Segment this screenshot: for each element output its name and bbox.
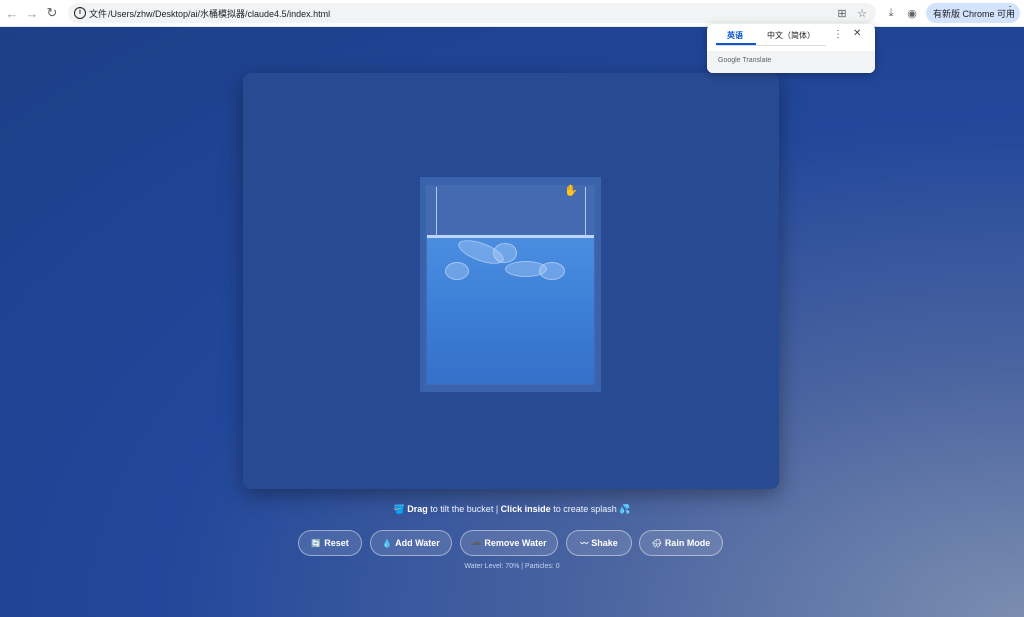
translate-icon[interactable]: ⊞ bbox=[834, 5, 850, 21]
status-text: Water Level: 70% | Particles: 0 bbox=[464, 563, 560, 570]
water-surface bbox=[427, 235, 594, 238]
water-ripple bbox=[539, 262, 565, 280]
bucket-right-wall bbox=[585, 187, 586, 239]
water-ripple bbox=[493, 243, 517, 263]
reset-button[interactable]: 🔄 Reset bbox=[298, 530, 362, 556]
droplet-icon: 💧 bbox=[382, 538, 393, 548]
page-content: ✋ 🪣 Drag to tilt the bucket | Click insi… bbox=[0, 27, 1024, 617]
chrome-update-button[interactable]: 有新版 Chrome 可用 ⋮ bbox=[926, 3, 1020, 23]
water-body bbox=[427, 235, 594, 384]
site-info-label: 文件 bbox=[89, 8, 108, 19]
active-tab-indicator bbox=[716, 43, 756, 45]
tab-source-language[interactable]: 英语 bbox=[727, 30, 743, 41]
site-info-chip[interactable]: i 文件 bbox=[74, 5, 107, 21]
splash-icon: 💦 bbox=[619, 504, 631, 514]
instructions-text: 🪣 Drag to tilt the bucket | Click inside… bbox=[0, 504, 1024, 515]
menu-dots-icon[interactable]: ⋮ bbox=[1005, 5, 1015, 16]
remove-water-button[interactable]: ➖ Remove Water bbox=[460, 530, 558, 556]
tab-target-language[interactable]: 中文（简体） bbox=[767, 30, 815, 41]
add-water-button[interactable]: 💧 Add Water bbox=[370, 530, 452, 556]
update-label: 有新版 Chrome 可用 bbox=[933, 8, 1016, 19]
close-icon[interactable]: ✕ bbox=[853, 28, 861, 39]
drag-keyword: Drag bbox=[407, 504, 428, 514]
translate-popup: 英语 中文（简体） ⋮ ✕ Google Translate bbox=[707, 24, 875, 73]
click-keyword: Click inside bbox=[500, 504, 551, 514]
more-options-icon[interactable]: ⋮ bbox=[833, 29, 843, 40]
rain-icon: 🌧 bbox=[651, 538, 662, 548]
bucket[interactable]: ✋ bbox=[420, 177, 601, 392]
back-icon[interactable]: ← bbox=[2, 3, 22, 23]
remove-water-label: Remove Water bbox=[484, 538, 547, 548]
info-icon: i bbox=[74, 7, 86, 19]
translate-footer: Google Translate bbox=[707, 51, 875, 73]
rain-mode-button[interactable]: 🌧 Rain Mode bbox=[639, 530, 723, 556]
minus-icon: ➖ bbox=[471, 538, 482, 548]
hand-cursor-icon: ✋ bbox=[564, 185, 578, 197]
google-translate-brand: Google Translate bbox=[718, 57, 772, 64]
shake-label: Shake bbox=[591, 538, 618, 548]
browser-toolbar: ← → ↻ i 文件 /Users/zhw/Desktop/ai/水桶模拟器/c… bbox=[0, 0, 1024, 27]
reload-icon[interactable]: ↻ bbox=[42, 3, 62, 23]
click-hint: to create splash bbox=[550, 504, 620, 514]
address-bar[interactable]: i 文件 /Users/zhw/Desktop/ai/水桶模拟器/claude4… bbox=[68, 3, 876, 23]
reset-icon: 🔄 bbox=[311, 538, 322, 548]
bucket-left-wall bbox=[436, 187, 437, 239]
shake-icon: 〰 bbox=[580, 538, 589, 548]
rain-mode-label: Rain Mode bbox=[664, 538, 711, 548]
water-ripple bbox=[445, 262, 469, 280]
profile-icon[interactable]: ◉ bbox=[903, 4, 921, 22]
reset-label: Reset bbox=[324, 538, 349, 548]
download-icon[interactable]: ⤓ bbox=[882, 4, 900, 22]
tab-divider bbox=[716, 45, 826, 46]
url-text[interactable]: /Users/zhw/Desktop/ai/水桶模拟器/claude4.5/in… bbox=[108, 7, 330, 20]
drag-hint: to tilt the bucket | bbox=[427, 504, 501, 514]
bookmark-star-icon[interactable]: ☆ bbox=[854, 5, 870, 21]
control-buttons: 🔄 Reset 💧 Add Water ➖ Remove Water 〰 Shake 🌧… bbox=[0, 530, 1024, 558]
forward-icon[interactable]: → bbox=[22, 3, 42, 23]
simulation-canvas[interactable]: ✋ bbox=[243, 73, 779, 489]
add-water-label: Add Water bbox=[395, 538, 440, 548]
shake-button[interactable]: 〰 Shake bbox=[566, 530, 632, 556]
drag-hint-icon: 🪣 bbox=[393, 504, 408, 514]
